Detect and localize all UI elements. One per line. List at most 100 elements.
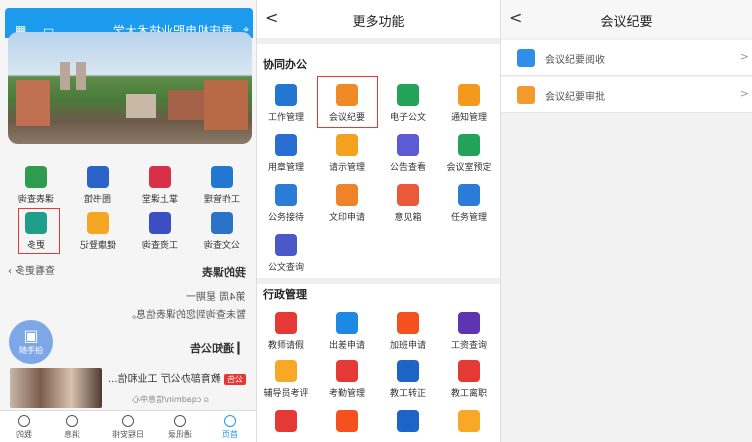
function-icon (458, 312, 480, 334)
home-grid-item[interactable]: 工资查询 (134, 212, 186, 251)
document-icon (517, 86, 535, 104)
chevron-right-icon: > (739, 87, 749, 100)
news-thumbnail[interactable] (10, 368, 102, 408)
document-icon (517, 49, 535, 67)
tab-label: 首页 (222, 430, 238, 439)
function-icon (87, 212, 109, 234)
more-functions-panel: < 更多功能 协同办公 工作管理 会议纪要 电子公文 通知管理 用章管理 请示管理 公告查看… (256, 0, 500, 442)
tab-label: 消息 (64, 430, 80, 439)
function-item[interactable]: 任务管理 (440, 184, 498, 223)
function-item[interactable]: 教工离职 (440, 360, 498, 399)
function-item[interactable] (257, 410, 315, 432)
function-icon (275, 234, 297, 256)
function-icon (336, 184, 358, 206)
function-label: 工作管理 (267, 113, 304, 123)
home-grid-item[interactable]: 掌上课堂 (134, 166, 186, 205)
function-label: 教师请假 (267, 341, 304, 351)
tab-item[interactable]: 我的 (2, 415, 46, 440)
function-item[interactable]: 辅导员考评 (257, 360, 315, 399)
function-item[interactable]: 通知管理 (440, 84, 498, 123)
highlight-meeting-minutes-box (317, 76, 378, 128)
chevron-right-icon: > (739, 50, 749, 63)
function-item[interactable]: 用章管理 (257, 134, 315, 173)
more-functions-navbar: < 更多功能 (257, 0, 500, 38)
function-item[interactable]: 电子公文 (379, 84, 437, 123)
function-item[interactable] (440, 410, 498, 432)
bottom-tab-bar: 首页 通讯录 日程安排 消息 我的 (0, 410, 256, 442)
divider (257, 278, 500, 284)
function-label: 教工离职 (450, 389, 487, 399)
function-item[interactable]: 公告查看 (379, 134, 437, 173)
no-course-text: 暂未查询到您的课表信息。 (126, 310, 246, 321)
function-icon (458, 360, 480, 382)
tab-icon (18, 415, 30, 427)
home-grid-item[interactable]: 课表查询 (10, 166, 62, 205)
tab-label: 日程安排 (112, 430, 144, 439)
function-label: 文印申请 (328, 213, 365, 223)
function-icon (458, 184, 480, 206)
function-label: 任务管理 (450, 213, 487, 223)
week-info: 第4周 星期一 (186, 292, 246, 303)
function-item[interactable]: 请示管理 (318, 134, 376, 173)
page-title: 会议纪要 (600, 15, 653, 30)
function-icon (87, 166, 109, 188)
snapshot-fab[interactable]: ▣ 随手拍 (9, 320, 53, 364)
function-label: 教工转正 (389, 389, 426, 399)
tab-item[interactable]: 消息 (50, 415, 94, 440)
function-label: 工作管理 (203, 195, 240, 205)
function-item[interactable]: 公文查询 (257, 234, 315, 273)
function-item[interactable]: 意见箱 (379, 184, 437, 223)
notice-title: 通知公告 ▎ (189, 342, 246, 355)
my-courses-title: 我的课表 (202, 266, 246, 279)
function-item[interactable]: 教工转正 (379, 360, 437, 399)
function-label: 考勤管理 (328, 389, 365, 399)
function-label: 公文查询 (203, 241, 240, 251)
function-icon (397, 360, 419, 382)
tab-item[interactable]: 首页 (208, 415, 252, 440)
function-label: 请示管理 (328, 163, 365, 173)
function-item[interactable]: 教师请假 (257, 312, 315, 351)
function-icon (336, 360, 358, 382)
meeting-minutes-row[interactable]: 会议纪要审批 > (501, 77, 752, 113)
function-label: 公告查看 (389, 163, 426, 173)
function-icon (211, 212, 233, 234)
tab-item[interactable]: 日程安排 (106, 415, 150, 440)
function-item[interactable]: 公务接待 (257, 184, 315, 223)
home-grid-item[interactable]: 健康登记 (72, 212, 124, 251)
function-item[interactable]: 文印申请 (318, 184, 376, 223)
function-item[interactable]: 考勤管理 (318, 360, 376, 399)
function-icon (458, 410, 480, 432)
meeting-minutes-row[interactable]: 会议纪要阅收 > (501, 40, 752, 76)
function-label: 用章管理 (267, 163, 304, 173)
function-label: 意见箱 (394, 213, 422, 223)
function-item[interactable] (379, 410, 437, 432)
function-icon (397, 312, 419, 334)
home-screen-panel: ▦ ▭ ⌖ 重庆机电职业技术大学 课表查询 图书馆 掌上课堂 工作管理 更多 健康登记 工资… (0, 0, 256, 442)
tab-label: 我的 (16, 430, 32, 439)
home-grid-item[interactable]: 工作管理 (196, 166, 248, 205)
tab-item[interactable]: 通讯录 (158, 415, 202, 440)
function-item[interactable]: 加班申请 (379, 312, 437, 351)
news-title[interactable]: 教育部办公厅 工业和信... 公告 (108, 370, 246, 385)
function-icon (211, 166, 233, 188)
tab-icon (122, 415, 134, 427)
function-label: 掌上课堂 (141, 195, 178, 205)
function-item[interactable]: 工作管理 (257, 84, 315, 123)
divider (257, 38, 500, 44)
function-label: 课表查询 (17, 195, 54, 205)
function-icon (275, 134, 297, 156)
section-title-admin: 行政管理 (263, 288, 307, 301)
campus-banner-image[interactable] (8, 32, 252, 144)
function-icon (275, 410, 297, 432)
function-icon (275, 184, 297, 206)
home-grid-item[interactable]: 图书馆 (72, 166, 124, 205)
function-item[interactable]: 会议室预定 (440, 134, 498, 173)
function-item[interactable] (318, 410, 376, 432)
home-grid-item[interactable]: 公文查询 (196, 212, 248, 251)
view-more-link[interactable]: ‹ 查看更多 (8, 262, 55, 277)
function-item[interactable]: 工资查询 (440, 312, 498, 351)
function-icon (397, 184, 419, 206)
function-item[interactable]: 出差申请 (318, 312, 376, 351)
news-tag: 公告 (223, 374, 246, 385)
tab-icon (66, 415, 78, 427)
